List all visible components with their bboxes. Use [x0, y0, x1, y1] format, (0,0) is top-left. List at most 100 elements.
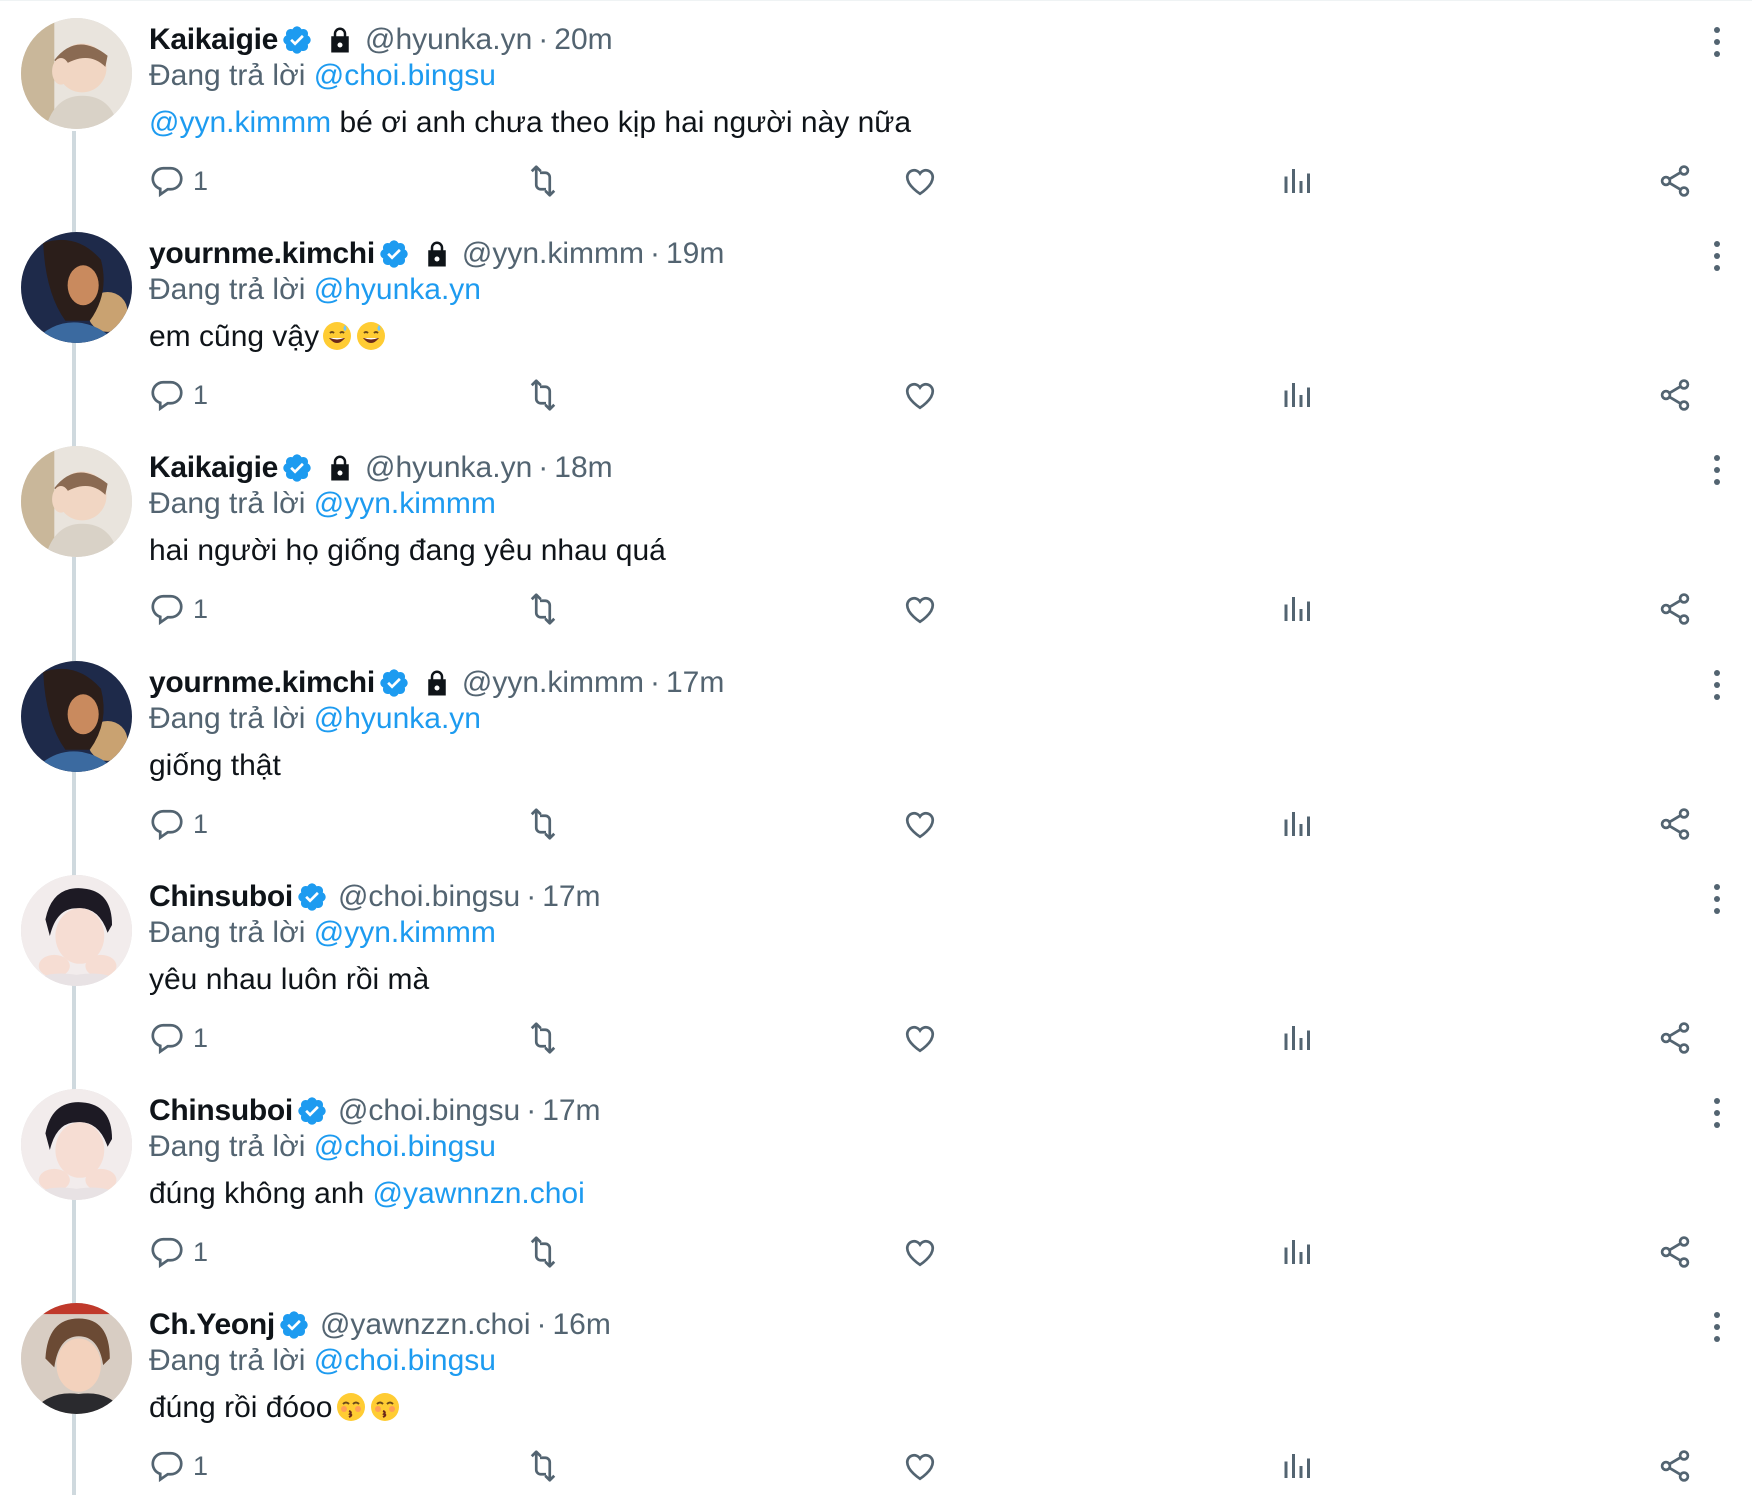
retweet-icon — [530, 593, 556, 625]
share-button[interactable] — [1657, 161, 1693, 201]
tweet[interactable]: Kaikaigie @hyunka.yn · 20m Đang trả lời … — [0, 1, 1752, 216]
more-options-icon[interactable] — [1702, 1096, 1732, 1130]
user-handle[interactable]: @hyunka.yn — [365, 449, 532, 487]
text-mention[interactable]: @yyn.kimmm — [149, 106, 331, 139]
more-options-icon[interactable] — [1702, 882, 1732, 916]
avatar-chinsuboi-image — [21, 1089, 132, 1200]
retweet-button[interactable] — [525, 804, 561, 844]
views-button[interactable] — [1280, 1446, 1316, 1486]
replying-to-mention[interactable]: @choi.bingsu — [314, 1130, 496, 1163]
heart-icon — [905, 168, 935, 196]
reply-button[interactable]: 1 — [149, 1446, 208, 1486]
more-options-icon[interactable] — [1702, 239, 1732, 273]
timestamp[interactable]: 16m — [553, 1306, 611, 1344]
tweet[interactable]: Chinsuboi @choi.bingsu · 17m Đang trả lờ… — [0, 858, 1752, 1073]
heart-icon — [905, 382, 935, 410]
separator-dot: · — [649, 237, 660, 270]
like-button[interactable] — [902, 161, 938, 201]
share-button[interactable] — [1657, 375, 1693, 415]
timestamp[interactable]: 19m — [666, 235, 724, 273]
user-handle[interactable]: @choi.bingsu — [338, 1092, 520, 1130]
reply-button[interactable]: 1 — [149, 589, 208, 629]
views-button[interactable] — [1280, 161, 1316, 201]
display-name[interactable]: Chinsuboi — [149, 878, 293, 916]
more-options-icon[interactable] — [1702, 668, 1732, 702]
timestamp[interactable]: 17m — [542, 878, 600, 916]
avatar[interactable] — [21, 661, 132, 772]
timestamp[interactable]: 18m — [554, 449, 612, 487]
retweet-button[interactable] — [525, 1232, 561, 1272]
tweet[interactable]: Chinsuboi @choi.bingsu · 17m Đang trả lờ… — [0, 1072, 1752, 1287]
user-handle[interactable]: @yyn.kimmm — [462, 235, 644, 273]
replying-to-line: Đang trả lời @hyunka.yn — [149, 273, 1692, 307]
views-button[interactable] — [1280, 589, 1316, 629]
display-name[interactable]: Kaikaigie — [149, 21, 278, 59]
like-button[interactable] — [902, 1232, 938, 1272]
replying-to-mention[interactable]: @yyn.kimmm — [314, 487, 496, 520]
replying-label: Đang trả lời — [149, 1344, 306, 1377]
replying-to-mention[interactable]: @yyn.kimmm — [314, 916, 496, 949]
display-name[interactable]: yournme.kimchi — [149, 235, 375, 273]
like-button[interactable] — [902, 1018, 938, 1058]
text-mention[interactable]: @yawnnzn.choi — [373, 1177, 585, 1210]
views-button[interactable] — [1280, 804, 1316, 844]
tweet[interactable]: Kaikaigie @hyunka.yn · 18m Đang trả lời … — [0, 429, 1752, 644]
views-button[interactable] — [1280, 1232, 1316, 1272]
avatar[interactable] — [21, 1303, 132, 1414]
retweet-button[interactable] — [525, 375, 561, 415]
avatar[interactable] — [21, 446, 132, 557]
more-options-icon[interactable] — [1702, 1310, 1732, 1344]
share-button[interactable] — [1657, 1232, 1693, 1272]
share-button[interactable] — [1657, 589, 1693, 629]
display-name[interactable]: Ch.Yeonj — [149, 1306, 275, 1344]
share-button[interactable] — [1657, 1446, 1693, 1486]
retweet-button[interactable] — [525, 1446, 561, 1486]
user-handle[interactable]: @hyunka.yn — [365, 21, 532, 59]
reply-icon — [151, 809, 183, 841]
like-button[interactable] — [902, 804, 938, 844]
reply-button[interactable]: 1 — [149, 161, 208, 201]
timestamp[interactable]: 17m — [666, 664, 724, 702]
reply-button[interactable]: 1 — [149, 804, 208, 844]
avatar[interactable] — [21, 1089, 132, 1200]
like-button[interactable] — [902, 1446, 938, 1486]
reply-button[interactable]: 1 — [149, 1018, 208, 1058]
user-handle[interactable]: @yawnzzn.choi — [320, 1306, 531, 1344]
user-handle[interactable]: @choi.bingsu — [338, 878, 520, 916]
like-button[interactable] — [902, 375, 938, 415]
avatar[interactable] — [21, 875, 132, 986]
share-button[interactable] — [1657, 1018, 1693, 1058]
like-button[interactable] — [902, 589, 938, 629]
user-handle[interactable]: @yyn.kimmm — [462, 664, 644, 702]
reply-button[interactable]: 1 — [149, 375, 208, 415]
display-name[interactable]: yournme.kimchi — [149, 664, 375, 702]
retweet-button[interactable] — [525, 589, 561, 629]
timestamp[interactable]: 20m — [554, 21, 612, 59]
tweet[interactable]: yournme.kimchi @yyn.kimmm · 19m Đang trả… — [0, 215, 1752, 430]
display-name[interactable]: Chinsuboi — [149, 1092, 293, 1130]
avatar[interactable] — [21, 232, 132, 343]
views-button[interactable] — [1280, 1018, 1316, 1058]
tweet[interactable]: yournme.kimchi @yyn.kimmm · 17m Đang trả… — [0, 644, 1752, 859]
separator-dot: · — [538, 23, 549, 56]
views-button[interactable] — [1280, 375, 1316, 415]
more-options-icon[interactable] — [1702, 25, 1732, 59]
replying-to-mention[interactable]: @choi.bingsu — [314, 1344, 496, 1377]
retweet-button[interactable] — [525, 1018, 561, 1058]
tweet[interactable]: Ch.Yeonj @yawnzzn.choi · 16m Đang trả lờ… — [0, 1286, 1752, 1495]
separator-dot: · — [536, 1308, 547, 1341]
replying-to-mention[interactable]: @hyunka.yn — [314, 273, 481, 306]
more-options-icon[interactable] — [1702, 453, 1732, 487]
retweet-icon — [530, 379, 556, 411]
share-icon — [1660, 808, 1690, 840]
share-button[interactable] — [1657, 804, 1693, 844]
timestamp[interactable]: 17m — [542, 1092, 600, 1130]
replying-to-mention[interactable]: @choi.bingsu — [314, 59, 496, 92]
tweet-text: đúng không anh @yawnnzn.choi — [149, 1174, 1692, 1214]
display-name[interactable]: Kaikaigie — [149, 449, 278, 487]
replying-to-line: Đang trả lời @choi.bingsu — [149, 1344, 1692, 1378]
reply-button[interactable]: 1 — [149, 1232, 208, 1272]
avatar[interactable] — [21, 18, 132, 129]
retweet-button[interactable] — [525, 161, 561, 201]
replying-to-mention[interactable]: @hyunka.yn — [314, 702, 481, 735]
